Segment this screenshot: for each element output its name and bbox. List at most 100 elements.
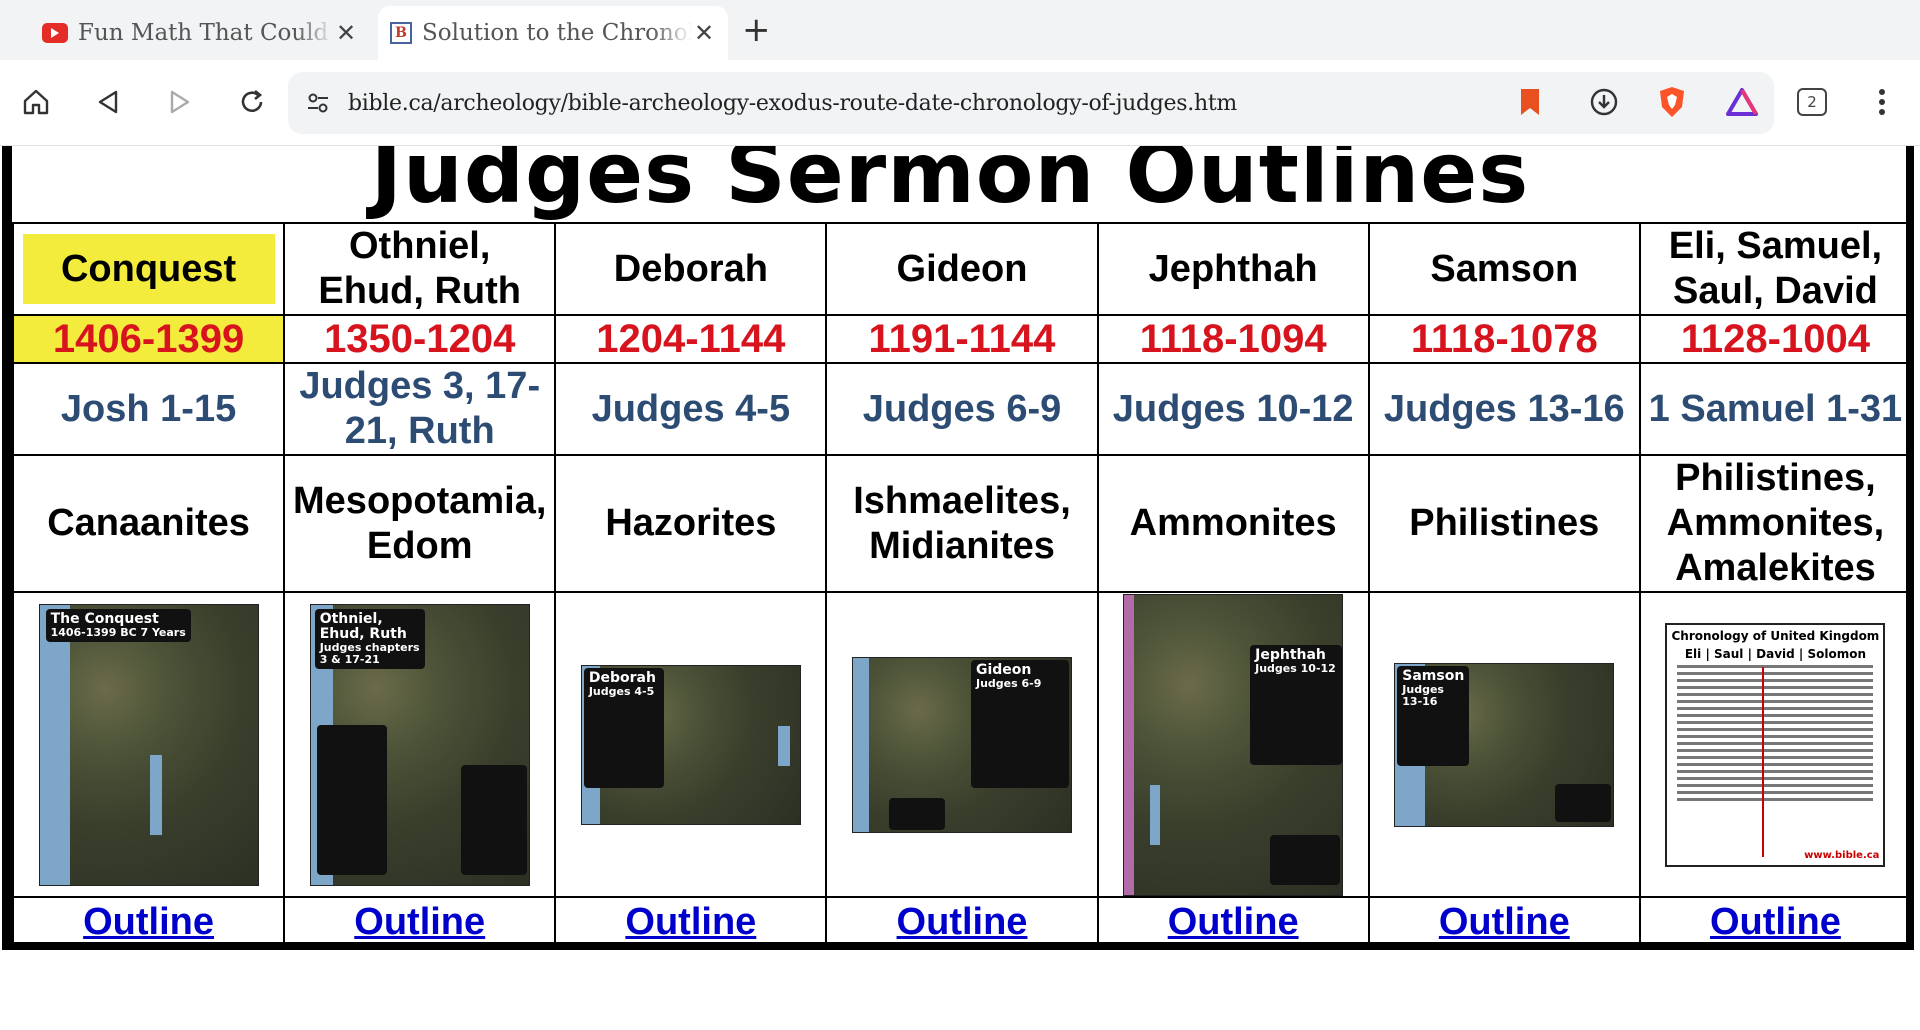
forward-icon[interactable] — [160, 82, 200, 122]
outline-cell: Outline — [283, 896, 557, 948]
tab-title: Fun Math That Could Supp — [78, 20, 334, 46]
outline-link-jephthah[interactable]: Outline — [1168, 901, 1299, 943]
enemy-name: Hazorites — [554, 454, 828, 593]
outline-cell: Outline — [825, 896, 1099, 948]
bible-ca-icon: B — [390, 22, 412, 44]
tab-count: 2 — [1797, 88, 1827, 116]
year-range: 1350-1204 — [283, 314, 557, 364]
reload-icon[interactable] — [232, 82, 272, 122]
years-row: 1406-1399 1350-1204 1204-1144 1191-1144 … — [11, 314, 1913, 364]
map-cell: Jephthah Judges 10-12 — [1096, 591, 1370, 898]
deborah-map-image[interactable]: Deborah Judges 4-5 — [580, 664, 801, 825]
back-icon[interactable] — [88, 82, 128, 122]
judge-name: Gideon — [825, 222, 1099, 316]
page-heading: Judges Sermon Outlines — [370, 146, 1530, 222]
new-tab-button[interactable]: + — [742, 10, 771, 50]
year-range: 1204-1144 — [554, 314, 828, 364]
tab-count-icon[interactable]: 2 — [1792, 82, 1832, 122]
tab-title: Solution to the Chronology — [422, 20, 692, 46]
outline-cell: Outline — [1638, 896, 1913, 948]
othniel-map-image[interactable]: Othniel, Ehud, Ruth Judges chapters 3 & 1… — [309, 603, 530, 886]
conquest-map-image[interactable]: The Conquest 1406-1399 BC 7 Years — [38, 603, 259, 886]
samson-map-image[interactable]: Samson Judges 13-16 — [1394, 662, 1615, 827]
outline-link-conquest[interactable]: Outline — [83, 901, 214, 943]
gideon-map-image[interactable]: Gideon Judges 6-9 — [851, 656, 1072, 833]
bible-ca-logo: www.bible.ca — [1804, 849, 1880, 861]
judge-name: Deborah — [554, 222, 828, 316]
map-title: The Conquest — [50, 610, 159, 627]
scripture-row: Josh 1-15 Judges 3, 17-21, Ruth Judges 4… — [11, 362, 1913, 456]
map-cell: Othniel, Ehud, Ruth Judges chapters 3 & 1… — [283, 591, 557, 898]
tab-youtube[interactable]: Fun Math That Could Supp ✕ — [30, 6, 370, 60]
outline-link-deborah[interactable]: Outline — [625, 901, 756, 943]
united-kingdom-chart-image[interactable]: Chronology of United Kingdom Eli | Saul … — [1665, 622, 1886, 867]
brave-shield-icon[interactable] — [1652, 82, 1692, 122]
enemy-name: Philistines, Ammonites, Amalekites — [1638, 454, 1913, 593]
maps-row: The Conquest 1406-1399 BC 7 Years Othniel… — [11, 591, 1913, 898]
map-cell: The Conquest 1406-1399 BC 7 Years — [11, 591, 286, 898]
tab-bar: Fun Math That Could Supp ✕ B Solution to… — [0, 0, 1920, 60]
page-content: Judges Sermon Outlines Conquest Othniel,… — [0, 146, 1920, 1030]
year-range: 1118-1078 — [1367, 314, 1641, 364]
judge-name-row: Conquest Othniel, Ehud, Ruth Deborah Gid… — [11, 222, 1913, 316]
download-icon[interactable] — [1584, 82, 1624, 122]
map-subtitle: 1406-1399 BC 7 Years — [50, 625, 186, 639]
scripture-reference: Josh 1-15 — [11, 362, 286, 456]
enemy-name: Philistines — [1367, 454, 1641, 593]
scripture-reference: Judges 4-5 — [554, 362, 828, 456]
judge-name: Othniel, Ehud, Ruth — [283, 222, 557, 316]
year-range: 1118-1094 — [1096, 314, 1370, 364]
close-tab-icon[interactable]: ✕ — [334, 19, 358, 47]
outline-link-othniel[interactable]: Outline — [354, 901, 485, 943]
map-title: Jephthah — [1255, 646, 1326, 663]
map-subtitle: Judges 10-12 — [1255, 661, 1336, 675]
youtube-icon — [42, 23, 68, 43]
outline-link-samson[interactable]: Outline — [1439, 901, 1570, 943]
year-range: 1191-1144 — [825, 314, 1099, 364]
jephthah-map-image[interactable]: Jephthah Judges 10-12 — [1123, 593, 1344, 896]
scripture-reference: Judges 6-9 — [825, 362, 1099, 456]
outline-cell: Outline — [1367, 896, 1641, 948]
scripture-reference: 1 Samuel 1-31 — [1638, 362, 1913, 456]
scripture-reference: Judges 3, 17-21, Ruth — [283, 362, 557, 456]
judge-name: Samson — [1367, 222, 1641, 316]
map-subtitle: Judges 6-9 — [975, 676, 1042, 690]
map-cell: Gideon Judges 6-9 — [825, 591, 1099, 898]
map-subtitle: Judges 13-16 — [1402, 682, 1444, 708]
year-range: 1128-1004 — [1638, 314, 1913, 364]
outline-links-row: Outline Outline Outline Outline Outline … — [11, 896, 1913, 948]
judge-name: Eli, Samuel, Saul, David — [1638, 222, 1913, 316]
menu-icon[interactable] — [1862, 82, 1902, 122]
address-bar[interactable]: bible.ca/archeology/bible-archeology-exo… — [288, 72, 1774, 134]
judges-table: Conquest Othniel, Ehud, Ruth Deborah Gid… — [11, 222, 1913, 948]
map-cell: Deborah Judges 4-5 — [554, 591, 828, 898]
outline-cell: Outline — [1096, 896, 1370, 948]
judge-name: Jephthah — [1096, 222, 1370, 316]
map-title: Deborah — [588, 669, 656, 686]
year-range: 1406-1399 — [11, 314, 286, 364]
enemy-name: Mesopotamia, Edom — [283, 454, 557, 593]
bookmark-icon[interactable] — [1510, 82, 1550, 122]
home-icon[interactable] — [16, 82, 56, 122]
enemy-name: Ishmaelites, Midianites — [825, 454, 1099, 593]
enemy-name: Ammonites — [1096, 454, 1370, 593]
site-settings-icon[interactable] — [288, 90, 348, 116]
chart-subtitle: Eli | Saul | David | Solomon — [1684, 646, 1866, 661]
outline-cell: Outline — [11, 896, 286, 948]
scripture-reference: Judges 13-16 — [1367, 362, 1641, 456]
map-subtitle: Judges chapters 3 & 17-21 — [319, 640, 420, 666]
judge-name-cell: Conquest — [11, 222, 286, 316]
enemies-row: Canaanites Mesopotamia, Edom Hazorites I… — [11, 454, 1913, 593]
url-text[interactable]: bible.ca/archeology/bible-archeology-exo… — [348, 91, 1237, 116]
outline-link-eli-samuel[interactable]: Outline — [1710, 901, 1841, 943]
enemy-name: Canaanites — [11, 454, 286, 593]
map-subtitle: Judges 4-5 — [588, 684, 655, 698]
map-title: Othniel, Ehud, Ruth — [319, 610, 407, 642]
browser-toolbar: bible.ca/archeology/bible-archeology-exo… — [0, 60, 1920, 146]
tab-bible-ca[interactable]: B Solution to the Chronology ✕ — [378, 6, 728, 60]
map-title: Samson — [1402, 667, 1465, 684]
rewards-icon[interactable] — [1722, 82, 1762, 122]
close-tab-icon[interactable]: ✕ — [692, 19, 716, 47]
outline-link-gideon[interactable]: Outline — [897, 901, 1028, 943]
chart-title: Chronology of United Kingdom — [1671, 628, 1880, 643]
